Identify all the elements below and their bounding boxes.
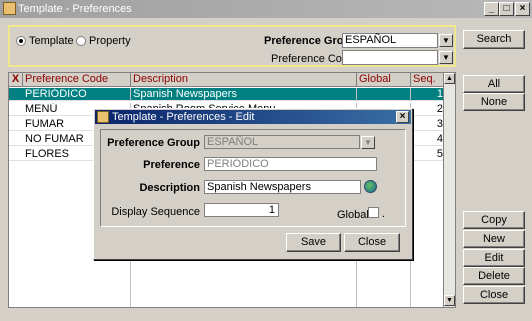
globe-icon[interactable] bbox=[364, 180, 377, 193]
dialog-save-button[interactable]: Save bbox=[286, 233, 341, 252]
edit-dialog: Template - Preferences - Edit × Preferen… bbox=[93, 108, 413, 260]
dialog-close-icon[interactable]: × bbox=[396, 111, 409, 123]
copy-button[interactable]: Copy bbox=[463, 211, 525, 229]
dialog-close-button[interactable]: Close bbox=[344, 233, 400, 252]
seq-cell: 5 bbox=[411, 148, 446, 161]
dialog-pref-group-field: ESPAÑOL bbox=[204, 135, 360, 149]
filter-panel: Template Property Preference Group ESPAÑ… bbox=[8, 25, 456, 67]
dialog-description-field[interactable]: Spanish Newspapers bbox=[204, 180, 361, 194]
window-title: Template - Preferences bbox=[18, 3, 132, 15]
table-row[interactable]: PERIÓDICO Spanish Newspapers 1 bbox=[9, 88, 446, 101]
seq-cell: 1 bbox=[411, 88, 446, 101]
window-close-button[interactable]: × bbox=[515, 2, 530, 16]
delete-button[interactable]: Delete bbox=[463, 267, 525, 285]
search-button[interactable]: Search bbox=[463, 30, 525, 49]
new-button[interactable]: New bbox=[463, 230, 525, 248]
dialog-global-checkbox[interactable] bbox=[368, 207, 379, 218]
pref-group-dropdown-icon[interactable]: ▼ bbox=[439, 34, 453, 47]
dialog-titlebar: Template - Preferences - Edit × bbox=[95, 110, 411, 124]
close-button[interactable]: Close bbox=[463, 286, 525, 304]
grid-vertical-scrollbar[interactable]: ▲ ▼ bbox=[443, 73, 455, 307]
global-cell bbox=[357, 88, 411, 101]
dialog-global-label: Global bbox=[337, 209, 369, 221]
pref-group-select[interactable]: ESPAÑOL bbox=[342, 33, 438, 48]
description-cell: Spanish Newspapers bbox=[131, 88, 357, 101]
dialog-display-seq-field[interactable]: 1 bbox=[204, 203, 279, 217]
maximize-button[interactable]: □ bbox=[499, 2, 514, 16]
pref-code-dropdown-icon[interactable]: ▼ bbox=[439, 51, 453, 64]
seq-cell: 4 bbox=[411, 133, 446, 146]
app-icon bbox=[3, 2, 16, 15]
window-titlebar: Template - Preferences _ □ × bbox=[0, 0, 532, 18]
header-description[interactable]: Description bbox=[131, 73, 357, 87]
dialog-title: Template - Preferences - Edit bbox=[112, 111, 255, 123]
none-button[interactable]: None bbox=[463, 93, 525, 111]
code-cell: PERIÓDICO bbox=[23, 88, 131, 101]
minimize-button[interactable]: _ bbox=[484, 2, 499, 16]
pref-code-select[interactable] bbox=[342, 50, 438, 65]
header-preference-code[interactable]: Preference Code bbox=[23, 73, 131, 87]
seq-cell: 3 bbox=[411, 118, 446, 131]
seq-cell: 2 bbox=[411, 103, 446, 116]
scroll-down-icon[interactable]: ▼ bbox=[444, 295, 455, 306]
property-radio-label: Property bbox=[89, 35, 131, 47]
dialog-description-label: Description bbox=[139, 182, 200, 194]
edit-button[interactable]: Edit bbox=[463, 249, 525, 267]
dialog-global-dot: . bbox=[382, 208, 386, 220]
header-global[interactable]: Global bbox=[357, 73, 411, 87]
dialog-app-icon bbox=[97, 111, 109, 123]
scroll-up-icon[interactable]: ▲ bbox=[444, 73, 455, 84]
dialog-preference-label: Preference bbox=[143, 159, 200, 171]
template-radio[interactable] bbox=[16, 36, 26, 46]
header-seq[interactable]: Seq. bbox=[411, 73, 446, 87]
property-radio[interactable] bbox=[76, 36, 86, 46]
header-x[interactable]: X bbox=[9, 73, 23, 87]
all-button[interactable]: All bbox=[463, 75, 525, 93]
dialog-pref-group-label: Preference Group bbox=[107, 137, 200, 149]
dialog-preference-field[interactable]: PERIÓDICO bbox=[204, 157, 377, 171]
dialog-pref-group-dropdown-icon: ▼ bbox=[361, 136, 375, 149]
dialog-display-seq-label: Display Sequence bbox=[111, 206, 200, 218]
template-radio-label: Template bbox=[29, 35, 74, 47]
